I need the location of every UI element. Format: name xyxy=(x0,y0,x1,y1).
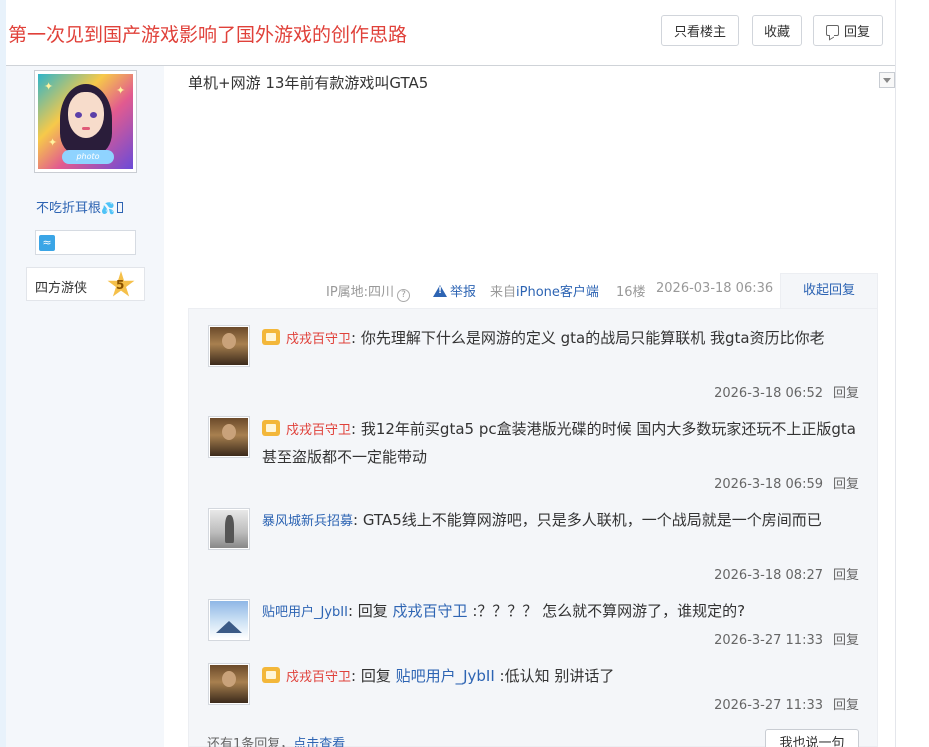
more-replies-text: 还有1条回复， xyxy=(207,737,294,747)
level-name: 四方游侠 xyxy=(35,281,88,296)
reply-time: 2026-3-27 11:33 xyxy=(714,698,823,713)
reply-separator: : xyxy=(351,420,361,438)
reply-list: 戍戎百守卫: 你先理解下什么是网游的定义 gta的战局只能算联机 我gta资历比… xyxy=(188,308,878,747)
question-icon[interactable]: ? xyxy=(397,289,411,302)
author-panel: ✦ ✦ ✦ photo 不吃折耳根💦 ≈ 四方游侠 5 xyxy=(6,66,164,747)
client-link[interactable]: iPhone客户端 xyxy=(516,285,599,300)
reply-separator: : 回复 xyxy=(347,602,393,620)
reply-separator: : xyxy=(351,329,361,347)
reply-content: 戍戎百守卫: 我12年前买gta5 pc盒装港版光碟的时候 国内大多数玩家还玩不… xyxy=(262,416,862,470)
star-icon: ✦ xyxy=(44,80,54,93)
reply-avatar[interactable] xyxy=(208,508,250,550)
reply-separator: : 回复 xyxy=(351,667,396,685)
author-name-label: 不吃折耳根 xyxy=(36,201,102,216)
level-number: 5 xyxy=(116,278,125,292)
reply-content: 暴风城新兵招募: GTA5线上不能算网游吧，只是多人联机，一个战局就是一个房间而… xyxy=(262,507,862,535)
reply-meta: 2026-3-18 06:59 回复 xyxy=(714,473,859,492)
only-op-button[interactable]: 只看楼主 xyxy=(661,15,739,46)
view-more-link[interactable]: 点击查看 xyxy=(293,737,345,747)
post-time: 2026-03-18 06:36 xyxy=(656,281,774,296)
vip-icon xyxy=(262,329,280,345)
reply-to-user-link[interactable]: 贴吧用户_JybII xyxy=(396,667,495,685)
reply-text: :？？？？ 怎么就不算网游了，谁规定的? xyxy=(467,602,746,620)
missing-glyph-icon xyxy=(116,202,123,213)
reply-meta: 2026-3-18 06:52 回复 xyxy=(714,382,859,401)
star-icon: ✦ xyxy=(116,84,126,97)
reply-time: 2026-3-27 11:33 xyxy=(714,633,823,648)
reply-button[interactable]: 回复 xyxy=(813,15,883,46)
author-badge-box: ≈ xyxy=(35,230,136,255)
avatar-image: ✦ ✦ ✦ photo xyxy=(38,74,133,169)
client-source: 来自iPhone客户端 xyxy=(490,281,599,300)
thread-header: 第一次见到国产游戏影响了国外游戏的创作思路 只看楼主 收藏 回复 xyxy=(6,0,895,66)
reply-avatar[interactable] xyxy=(208,325,250,367)
reply-text: GTA5线上不能算网游吧，只是多人联机，一个战局就是一个房间而已 xyxy=(362,511,822,529)
reply-meta: 2026-3-18 08:27 回复 xyxy=(714,564,859,583)
aquarius-icon[interactable]: ≈ xyxy=(39,235,55,251)
reply-button-label: 回复 xyxy=(843,25,870,40)
star-icon: ✦ xyxy=(48,136,58,149)
reply-to-button[interactable]: 回复 xyxy=(833,477,859,492)
post-menu-chevron-down-icon[interactable] xyxy=(879,72,895,88)
right-margin xyxy=(895,0,929,747)
post-content: 单机+网游 13年前有款游戏叫GTA5 xyxy=(188,74,429,92)
reply-content: 贴吧用户_JybII: 回复 戍戎百守卫 :？？？？ 怎么就不算网游了，谁规定的… xyxy=(262,598,862,626)
reply-avatar[interactable] xyxy=(208,663,250,705)
more-replies: 还有1条回复，点击查看 xyxy=(207,733,345,747)
report-link[interactable]: 举报 xyxy=(433,281,476,300)
floor-number: 16楼 xyxy=(616,285,646,300)
reply-to-button[interactable]: 回复 xyxy=(833,698,859,713)
reply-avatar[interactable] xyxy=(208,599,250,641)
reply-content: 戍戎百守卫: 你先理解下什么是网游的定义 gta的战局只能算联机 我gta资历比… xyxy=(262,325,862,353)
reply-username[interactable]: 暴风城新兵招募 xyxy=(262,514,353,529)
reply-text: :低认知 别讲话了 xyxy=(494,667,615,685)
say-something-button[interactable]: 我也说一句 xyxy=(765,729,859,747)
reply-avatar[interactable] xyxy=(208,416,250,458)
reply-to-user-link[interactable]: 戍戎百守卫 xyxy=(393,602,468,620)
thread-title: 第一次见到国产游戏影响了国外游戏的创作思路 xyxy=(8,24,408,46)
reply-time: 2026-3-18 06:52 xyxy=(714,386,823,401)
collapse-replies-button[interactable]: 收起回复 xyxy=(780,273,878,309)
reply-separator: : xyxy=(353,511,363,529)
reply-content: 戍戎百守卫: 回复 贴吧用户_JybII :低认知 别讲话了 xyxy=(262,663,862,691)
vip-icon xyxy=(262,667,280,683)
reply-username[interactable]: 戍戎百守卫 xyxy=(286,670,351,685)
reply-username[interactable]: 戍戎百守卫 xyxy=(286,423,351,438)
reply-to-button[interactable]: 回复 xyxy=(833,568,859,583)
level-badge[interactable]: 四方游侠 5 xyxy=(26,267,145,301)
reply-username[interactable]: 戍戎百守卫 xyxy=(286,332,351,347)
favorite-button[interactable]: 收藏 xyxy=(752,15,802,46)
reply-meta: 2026-3-27 11:33 回复 xyxy=(714,629,859,648)
reply-to-button[interactable]: 回复 xyxy=(833,386,859,401)
reply-text: 你先理解下什么是网游的定义 gta的战局只能算联机 我gta资历比你老 xyxy=(360,329,825,347)
reply-to-button[interactable]: 回复 xyxy=(833,633,859,648)
vip-icon xyxy=(262,420,280,436)
ip-location-label: IP属地:四川 xyxy=(326,285,395,300)
reply-icon xyxy=(825,25,839,36)
report-label: 举报 xyxy=(450,285,477,300)
reply-time: 2026-3-18 08:27 xyxy=(714,568,823,583)
ip-location: IP属地:四川? xyxy=(326,281,411,302)
author-name[interactable]: 不吃折耳根💦 xyxy=(36,197,123,216)
droplet-icon: 💦 xyxy=(101,202,115,215)
warning-icon xyxy=(433,285,447,297)
reply-meta: 2026-3-27 11:33 回复 xyxy=(714,694,859,713)
reply-time: 2026-3-18 06:59 xyxy=(714,477,823,492)
author-avatar[interactable]: ✦ ✦ ✦ photo xyxy=(34,70,137,173)
reply-username[interactable]: 贴吧用户_JybII xyxy=(262,605,348,620)
client-prefix: 来自 xyxy=(490,285,517,300)
